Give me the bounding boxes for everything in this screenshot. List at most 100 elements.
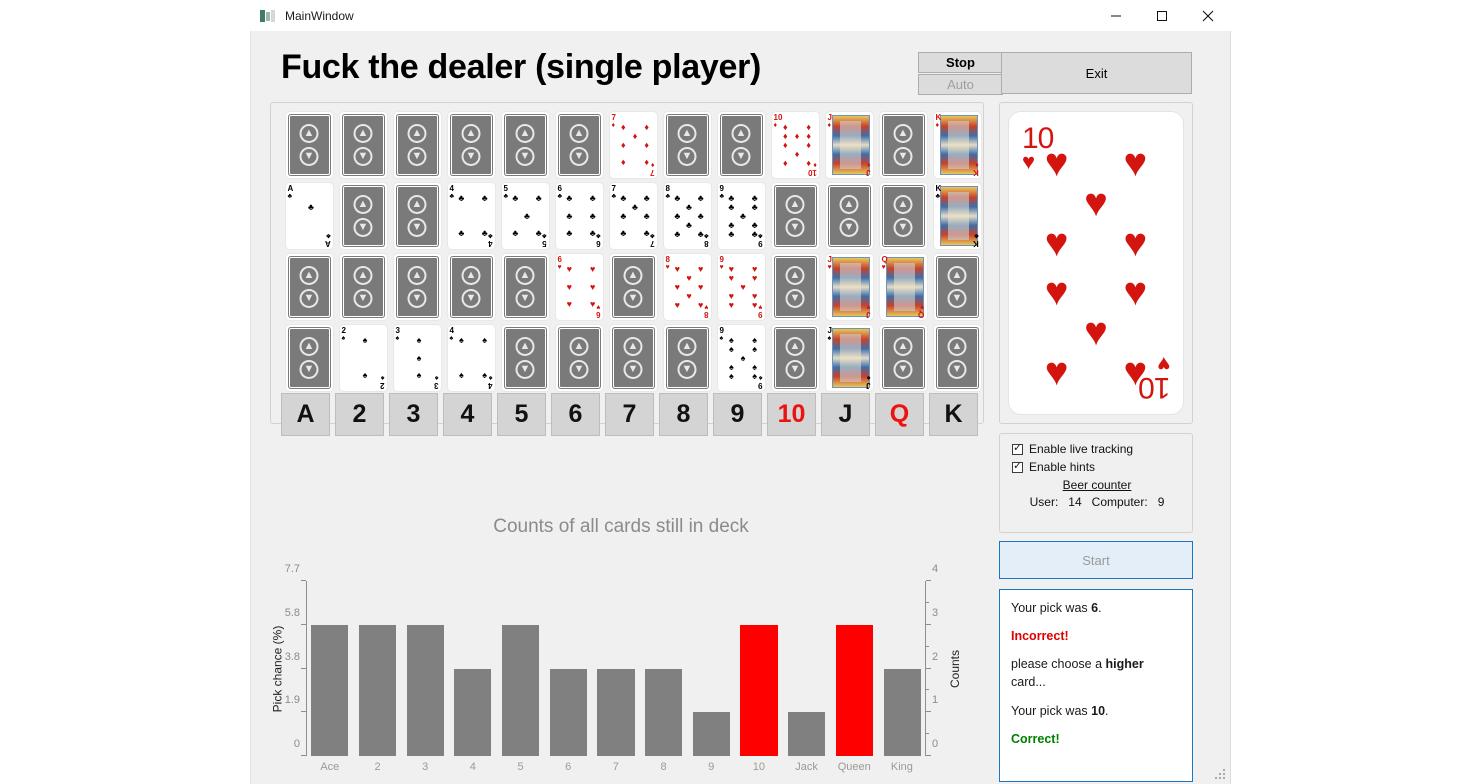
deck-card-diamonds-6[interactable]: ▲ ▼ — [552, 110, 606, 180]
deck-card-clubs-8[interactable]: ♣ ♣ ♣ ♣ ♣ ♣ ♣ ♣ 8 ♣ 8 ♣ — [660, 181, 714, 251]
value-button-9[interactable]: 9 — [713, 393, 762, 436]
deck-card-spades-J[interactable]: J ♠ J ♠ — [822, 323, 876, 393]
value-button-2[interactable]: 2 — [335, 393, 384, 436]
deck-card-spades-3[interactable]: ♠ ♠ ♠ 3 ♠ 3 ♠ — [390, 323, 444, 393]
chart-xticklabels: Ace 2 3 4 5 6 7 8 9 10 Jack Queen King — [306, 761, 926, 773]
deck-card-clubs-4[interactable]: ♣ ♣ ♣ ♣ 4 ♣ 4 ♣ — [444, 181, 498, 251]
card-face: ♥ ♥ ♥ ♥ ♥ ♥ 6 ♥ 6 ♥ — [555, 254, 603, 320]
deck-card-clubs-K[interactable]: K ♣ K ♣ — [930, 181, 984, 251]
deck-card-clubs-A[interactable]: ♣ A ♣ A ♣ — [282, 181, 336, 251]
deck-card-spades-7[interactable]: ▲ ▼ — [606, 323, 660, 393]
deck-card-spades-Q[interactable]: ▲ ▼ — [876, 323, 930, 393]
deck-card-spades-9[interactable]: ♠ ♠ ♠ ♠ ♠ ♠ ♠ ♠ ♠ 9 ♠ 9 ♠ — [714, 323, 768, 393]
value-button-A[interactable]: A — [281, 393, 330, 436]
card-face: ♥ ♥ ♥ ♥ ♥ ♥ ♥ ♥ ♥ 9 ♥ 9 ♥ — [717, 254, 765, 320]
value-button-6[interactable]: 6 — [551, 393, 600, 436]
deck-card-hearts-8[interactable]: ♥ ♥ ♥ ♥ ♥ ♥ ♥ ♥ 8 ♥ 8 ♥ — [660, 252, 714, 322]
deck-card-diamonds-Q[interactable]: ▲ ▼ — [876, 110, 930, 180]
start-button[interactable]: Start — [999, 541, 1193, 579]
stop-button[interactable]: Stop — [918, 52, 1003, 73]
deck-card-diamonds-10[interactable]: ♦ ♦ ♦ ♦ ♦ ♦ ♦ ♦ ♦ ♦ 10 ♦ 10 ♦ — [768, 110, 822, 180]
card-face: ♦ ♦ ♦ ♦ ♦ ♦ ♦ 7 ♦ 7 ♦ — [609, 112, 657, 178]
deck-card-clubs-10[interactable]: ▲ ▼ — [768, 181, 822, 251]
deck-card-hearts-10[interactable]: ▲ ▼ — [768, 252, 822, 322]
deck-card-clubs-5[interactable]: ♣ ♣ ♣ ♣ ♣ 5 ♣ 5 ♣ — [498, 181, 552, 251]
deck-card-spades-8[interactable]: ▲ ▼ — [660, 323, 714, 393]
minimize-icon[interactable] — [1093, 0, 1139, 31]
deck-card-hearts-6[interactable]: ♥ ♥ ♥ ♥ ♥ ♥ 6 ♥ 6 ♥ — [552, 252, 606, 322]
deck-card-spades-6[interactable]: ▲ ▼ — [552, 323, 606, 393]
chart-bar-2 — [354, 581, 402, 756]
live-tracking-checkbox[interactable] — [1012, 442, 1023, 455]
deck-card-clubs-Q[interactable]: ▲ ▼ — [876, 181, 930, 251]
deck-card-spades-10[interactable]: ▲ ▼ — [768, 323, 822, 393]
deck-card-clubs-2[interactable]: ▲ ▼ — [336, 181, 390, 251]
value-button-4[interactable]: 4 — [443, 393, 492, 436]
deck-card-diamonds-7[interactable]: ♦ ♦ ♦ ♦ ♦ ♦ ♦ 7 ♦ 7 ♦ — [606, 110, 660, 180]
deck-card-hearts-4[interactable]: ▲ ▼ — [444, 252, 498, 322]
deck-card-diamonds-K[interactable]: K ♦ K ♦ — [930, 110, 984, 180]
deck-card-diamonds-5[interactable]: ▲ ▼ — [498, 110, 552, 180]
value-button-Q[interactable]: Q — [875, 393, 924, 436]
deck-card-clubs-7[interactable]: ♣ ♣ ♣ ♣ ♣ ♣ ♣ 7 ♣ 7 ♣ — [606, 181, 660, 251]
deck-card-clubs-9[interactable]: ♣ ♣ ♣ ♣ ♣ ♣ ♣ ♣ ♣ 9 ♣ 9 ♣ — [714, 181, 768, 251]
deck-card-diamonds-4[interactable]: ▲ ▼ — [444, 110, 498, 180]
deck-card-spades-5[interactable]: ▲ ▼ — [498, 323, 552, 393]
deck-card-diamonds-8[interactable]: ▲ ▼ — [660, 110, 714, 180]
deck-card-hearts-Q[interactable]: Q ♥ Q ♥ — [876, 252, 930, 322]
card-back: ▲ ▼ — [879, 325, 927, 391]
bar — [502, 624, 540, 756]
deck-card-diamonds-9[interactable]: ▲ ▼ — [714, 110, 768, 180]
value-button-K[interactable]: K — [929, 393, 978, 436]
deck-card-hearts-7[interactable]: ▲ ▼ — [606, 252, 660, 322]
chart-xlabel: 9 — [708, 761, 715, 773]
deck-card-hearts-A[interactable]: ▲ ▼ — [282, 252, 336, 322]
hints-option[interactable]: Enable hints — [1012, 460, 1182, 474]
deck-card-hearts-9[interactable]: ♥ ♥ ♥ ♥ ♥ ♥ ♥ ♥ ♥ 9 ♥ 9 ♥ — [714, 252, 768, 322]
deck-card-hearts-J[interactable]: J ♥ J ♥ — [822, 252, 876, 322]
deck-card-spades-K[interactable]: ▲ ▼ — [930, 323, 984, 393]
beer-computer: Computer: 9 — [1092, 495, 1165, 509]
live-tracking-option[interactable]: Enable live tracking — [1012, 442, 1182, 456]
deck-card-spades-A[interactable]: ▲ ▼ — [282, 323, 336, 393]
value-button-5[interactable]: 5 — [497, 393, 546, 436]
resize-grip[interactable] — [1215, 769, 1227, 781]
chart-ylabel-left: Pick chance (%) — [269, 581, 285, 756]
deck-card-diamonds-2[interactable]: ▲ ▼ — [336, 110, 390, 180]
maximize-icon[interactable] — [1139, 0, 1185, 31]
deck-card-hearts-5[interactable]: ▲ ▼ — [498, 252, 552, 322]
deck-card-diamonds-3[interactable]: ▲ ▼ — [390, 110, 444, 180]
deck-card-clubs-3[interactable]: ▲ ▼ — [390, 181, 444, 251]
chart-tickmark — [926, 711, 931, 713]
card-back: ▲ ▼ — [555, 112, 603, 178]
hints-checkbox[interactable] — [1012, 460, 1023, 473]
deck-card-diamonds-A[interactable]: ▲ ▼ — [282, 110, 336, 180]
hint-line: please choose a higher card... — [1011, 657, 1144, 690]
card-face: ♣ ♣ ♣ ♣ ♣ 5 ♣ 5 ♣ — [501, 183, 549, 249]
auto-button[interactable]: Auto — [918, 74, 1003, 95]
chart-tickmark-minor — [926, 645, 929, 647]
deck-card-hearts-K[interactable]: ▲ ▼ — [930, 252, 984, 322]
value-button-8[interactable]: 8 — [659, 393, 708, 436]
deck-card-spades-2[interactable]: ♠ ♠ 2 ♠ 2 ♠ — [336, 323, 390, 393]
deck-card-hearts-2[interactable]: ▲ ▼ — [336, 252, 390, 322]
chart-tickmark — [926, 667, 931, 669]
value-button-10[interactable]: 10 — [767, 393, 816, 436]
deck-card-diamonds-J[interactable]: J ♦ J ♦ — [822, 110, 876, 180]
value-button-7[interactable]: 7 — [605, 393, 654, 436]
deck-card-spades-4[interactable]: ♠ ♠ ♠ ♠ 4 ♠ 4 ♠ — [444, 323, 498, 393]
chart-xlabel: 3 — [422, 761, 429, 773]
deck-card-hearts-3[interactable]: ▲ ▼ — [390, 252, 444, 322]
close-icon[interactable] — [1185, 0, 1231, 31]
card-back: ▲ ▼ — [501, 325, 549, 391]
chart-bar-3 — [401, 581, 449, 756]
card-face: ♣ ♣ ♣ ♣ ♣ ♣ 6 ♣ 6 ♣ — [555, 183, 603, 249]
deck-card-clubs-J[interactable]: ▲ ▼ — [822, 181, 876, 251]
value-button-3[interactable]: 3 — [389, 393, 438, 436]
deck-card-clubs-6[interactable]: ♣ ♣ ♣ ♣ ♣ ♣ 6 ♣ 6 ♣ — [552, 181, 606, 251]
bar — [311, 624, 349, 756]
chart-xlabel: 8 — [660, 761, 667, 773]
value-button-J[interactable]: J — [821, 393, 870, 436]
exit-button[interactable]: Exit — [1001, 52, 1192, 94]
chart-xlabel: Queen — [837, 761, 871, 773]
